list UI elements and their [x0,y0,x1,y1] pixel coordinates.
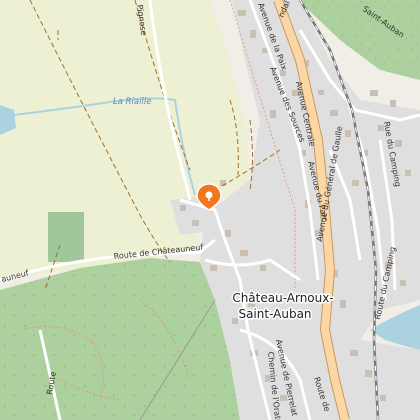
map-view[interactable]: La Riaille Route de Châteauneuf auneuf A… [0,0,420,420]
map-canvas: La Riaille Route de Châteauneuf auneuf A… [0,0,420,420]
water-label-la-riaille: La Riaille [113,97,151,107]
town-label-line1: Château-Arnoux- [232,291,333,305]
town-label-line2: Saint-Auban [238,307,311,321]
park-patch [48,212,84,262]
